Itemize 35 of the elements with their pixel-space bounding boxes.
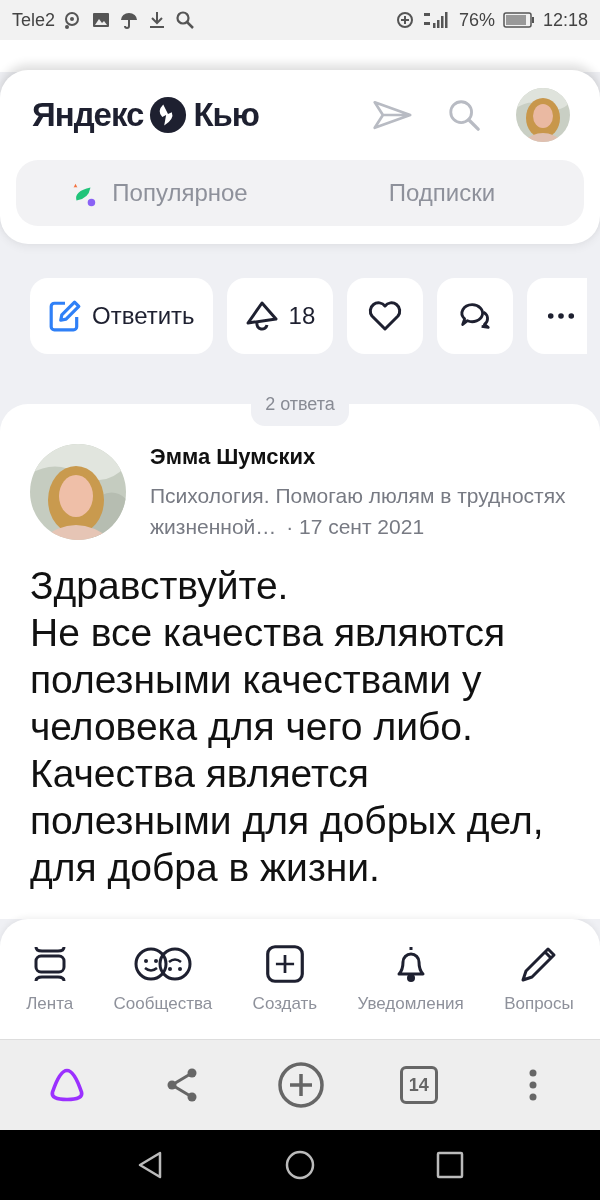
reply-button[interactable]: Ответить — [30, 278, 213, 354]
comments-button[interactable] — [437, 278, 514, 354]
home-icon[interactable] — [285, 1150, 315, 1180]
tabs-count-button[interactable]: 14 — [399, 1066, 438, 1104]
add-icon — [264, 944, 305, 984]
questions-nav-item[interactable]: Вопросы — [504, 944, 574, 1014]
image-icon — [91, 10, 112, 30]
heart-icon — [368, 299, 403, 333]
feed-nav-item[interactable]: Лента — [26, 944, 74, 1014]
add-icon[interactable] — [277, 1061, 325, 1109]
battery-icon — [502, 11, 535, 29]
logo-text: Кью — [193, 96, 259, 134]
feed-tab[interactable]: Подписки — [300, 160, 584, 226]
carrier-name: Tele2 — [12, 9, 56, 31]
signal-icon — [422, 10, 451, 30]
more-icon — [547, 312, 576, 320]
answer-text: Не все качества являются полезными качествами у человека для чего либо. Качества является полезными для добрых дел, для добра в жизни. — [30, 610, 545, 891]
answer-text: Здравствуйте. — [30, 563, 290, 609]
communities-nav-item[interactable]: Сообщества — [113, 944, 213, 1014]
battery-percent: 76% — [458, 9, 495, 31]
umbrella-icon — [119, 10, 140, 30]
create-nav-item[interactable]: Создать — [252, 944, 318, 1014]
author-name[interactable]: Эмма Шумских — [150, 444, 570, 470]
edit-icon — [48, 299, 82, 333]
recents-icon[interactable] — [435, 1150, 465, 1180]
upvote-button[interactable]: 18 — [226, 278, 334, 354]
clock: 12:18 — [542, 9, 588, 31]
megaphone-icon — [244, 299, 279, 333]
search-icon — [175, 10, 196, 30]
author-bio: Психология. Помогаю люлям в трудностях жизненной… · 17 сент 2021 — [150, 483, 567, 540]
notifications-nav-item[interactable]: Уведомления — [357, 944, 464, 1014]
logo-text: Яндекс — [32, 96, 144, 134]
like-button[interactable] — [347, 278, 424, 354]
feed-tab[interactable]: Популярное — [16, 160, 300, 226]
logo-icon — [149, 96, 188, 134]
